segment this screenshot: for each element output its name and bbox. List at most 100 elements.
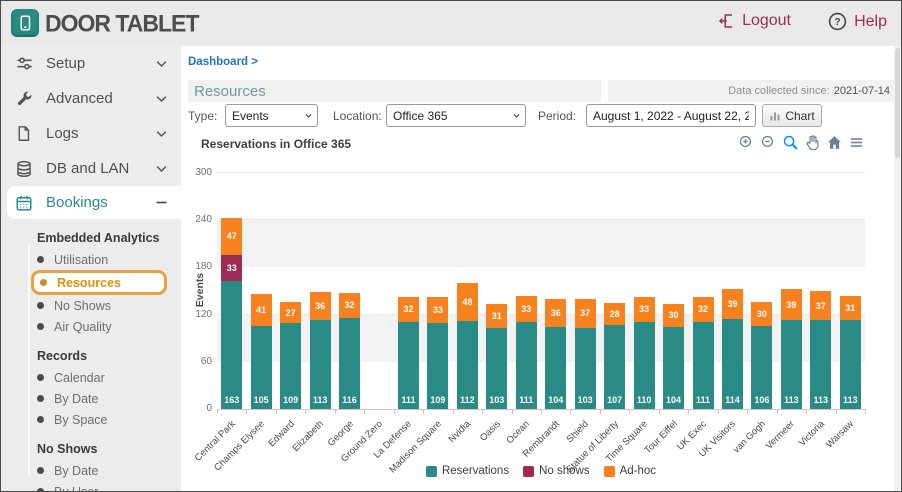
bar-segment-reservations: 103 bbox=[575, 328, 596, 409]
submenu-item-label: By Space bbox=[54, 413, 108, 427]
bullet-icon bbox=[37, 302, 44, 309]
bar-oasis[interactable]: 10331 bbox=[486, 304, 507, 409]
bar-segment-reservations: 113 bbox=[310, 320, 331, 409]
pan-icon[interactable] bbox=[804, 134, 821, 151]
bar-value-label: 33 bbox=[634, 304, 655, 314]
bar-segment-reservations: 109 bbox=[427, 323, 448, 409]
grid-stripe bbox=[217, 220, 865, 267]
type-select[interactable]: Events bbox=[225, 104, 318, 127]
bar-segment-reservations: 112 bbox=[457, 321, 478, 409]
menu-icon[interactable] bbox=[848, 134, 865, 151]
bar-vermeer[interactable]: 11339 bbox=[781, 289, 802, 409]
bar-value-label: 109 bbox=[427, 395, 448, 405]
submenu-item-calendar[interactable]: Calendar bbox=[31, 367, 167, 388]
help-button[interactable]: ? Help bbox=[828, 12, 887, 31]
bar-victoria[interactable]: 11337 bbox=[810, 291, 831, 409]
bar-value-label: 31 bbox=[840, 303, 861, 313]
sidebar-item-advanced[interactable]: Advanced bbox=[1, 81, 181, 116]
bar-van-gogh[interactable]: 10630 bbox=[751, 302, 772, 409]
home-icon[interactable] bbox=[826, 134, 843, 151]
x-axis-tick bbox=[806, 409, 807, 414]
sidebar-item-label: Advanced bbox=[46, 90, 113, 107]
bar-rembrandt[interactable]: 10436 bbox=[545, 299, 566, 409]
bar-madison-square[interactable]: 10933 bbox=[427, 297, 448, 409]
sidebar-item-db-and-lan[interactable]: DB and LAN bbox=[1, 151, 181, 186]
submenu-item-resources[interactable]: Resources bbox=[31, 270, 167, 295]
legend-swatch bbox=[426, 466, 437, 477]
sidebar-item-bookings[interactable]: Bookings bbox=[7, 186, 181, 219]
bar-value-label: 32 bbox=[693, 304, 714, 314]
bar-warsaw[interactable]: 11331 bbox=[840, 296, 861, 409]
bar-statue-of-liberty[interactable]: 10728 bbox=[604, 303, 625, 409]
sidebar-item-logs[interactable]: Logs bbox=[1, 116, 181, 151]
main-content: Dashboard > Resources Data collected sin… bbox=[181, 46, 902, 492]
x-axis-tick bbox=[217, 409, 218, 414]
bar-segment-ad-hoc: 48 bbox=[457, 283, 478, 321]
help-label: Help bbox=[854, 13, 887, 31]
bar-champs-elysee[interactable]: 10541 bbox=[251, 294, 272, 409]
type-label: Type: bbox=[188, 109, 217, 123]
submenu-guide-line bbox=[28, 245, 30, 476]
chevron-down-icon bbox=[154, 91, 169, 106]
scrollbar-thumb[interactable] bbox=[895, 48, 900, 158]
bullet-icon bbox=[37, 467, 44, 474]
bar-elizabeth[interactable]: 11336 bbox=[310, 292, 331, 409]
bar-value-label: 41 bbox=[251, 305, 272, 315]
x-axis-tick bbox=[512, 409, 513, 414]
bar-value-label: 112 bbox=[457, 395, 478, 405]
selection-zoom-icon[interactable] bbox=[782, 134, 799, 151]
sidebar-item-label: Logs bbox=[46, 125, 79, 142]
submenu-item-utilisation[interactable]: Utilisation bbox=[31, 249, 167, 270]
bar-segment-reservations: 103 bbox=[486, 328, 507, 409]
x-axis-tick bbox=[453, 409, 454, 414]
submenu-item-by-user[interactable]: By User bbox=[31, 481, 167, 492]
bar-ocean[interactable]: 11133 bbox=[516, 296, 537, 409]
bar-nvidia[interactable]: 112 48 bbox=[457, 283, 478, 409]
legend-item-reservations[interactable]: Reservations bbox=[426, 465, 509, 477]
scrollbar[interactable] bbox=[894, 46, 901, 492]
zoom-out-icon[interactable] bbox=[760, 134, 777, 151]
x-axis-tick bbox=[836, 409, 837, 414]
bar-uk-exec[interactable]: 111 32 bbox=[693, 297, 714, 409]
legend-item-no-shows[interactable]: No shows bbox=[523, 465, 590, 477]
bar-uk-visitors[interactable]: 11439 bbox=[722, 289, 743, 409]
location-select[interactable]: Office 365 bbox=[386, 104, 526, 127]
bar-value-label: 163 bbox=[221, 395, 242, 405]
bar-segment-no-shows: 33 bbox=[221, 255, 242, 281]
bar-time-square[interactable]: 11033 bbox=[634, 297, 655, 409]
sidebar-item-setup[interactable]: Setup bbox=[1, 46, 181, 81]
x-axis-tick bbox=[718, 409, 719, 414]
page-title: Resources bbox=[194, 83, 266, 100]
x-axis-tick bbox=[423, 409, 424, 414]
bar-value-label: 32 bbox=[398, 304, 419, 314]
x-axis-tick bbox=[246, 409, 247, 414]
x-axis-tick bbox=[570, 409, 571, 414]
legend-item-ad-hoc[interactable]: Ad-hoc bbox=[604, 465, 656, 477]
submenu-item-no-shows[interactable]: No Shows bbox=[31, 295, 167, 316]
logout-button[interactable]: Logout bbox=[717, 12, 791, 30]
bar-segment-reservations: 111 bbox=[693, 322, 714, 409]
x-axis-tick bbox=[629, 409, 630, 414]
period-input[interactable] bbox=[586, 104, 756, 127]
submenu-item-air-quality[interactable]: Air Quality bbox=[31, 316, 167, 337]
submenu-item-by-date[interactable]: By Date bbox=[31, 460, 167, 481]
submenu-item-by-date[interactable]: By Date bbox=[31, 388, 167, 409]
bar-edward[interactable]: 10927 bbox=[280, 302, 301, 409]
bar-la-defense[interactable]: 11132 bbox=[398, 297, 419, 409]
bar-central-park[interactable]: 1633347 bbox=[221, 218, 242, 409]
x-axis-tick bbox=[335, 409, 336, 414]
bar-segment-ad-hoc: 39 bbox=[781, 289, 802, 320]
bookings-submenu: Embedded Analytics UtilisationResourcesNo… bbox=[1, 231, 181, 492]
breadcrumb-dashboard-link[interactable]: Dashboard bbox=[188, 56, 248, 68]
chevron-down-icon bbox=[154, 56, 169, 71]
submenu-section-embedded-analytics: Embedded Analytics bbox=[1, 231, 181, 245]
bar-george[interactable]: 11632 bbox=[339, 293, 360, 409]
y-axis-tick-label: 60 bbox=[172, 356, 212, 367]
bar-shield[interactable]: 10337 bbox=[575, 299, 596, 409]
zoom-in-icon[interactable] bbox=[738, 134, 755, 151]
submenu-item-by-space[interactable]: By Space bbox=[31, 409, 167, 430]
bar-tour-eiffel[interactable]: 10430 bbox=[663, 304, 684, 409]
logout-icon bbox=[717, 12, 735, 30]
chart-button[interactable]: Chart bbox=[762, 104, 822, 127]
chart-button-label: Chart bbox=[785, 109, 814, 123]
